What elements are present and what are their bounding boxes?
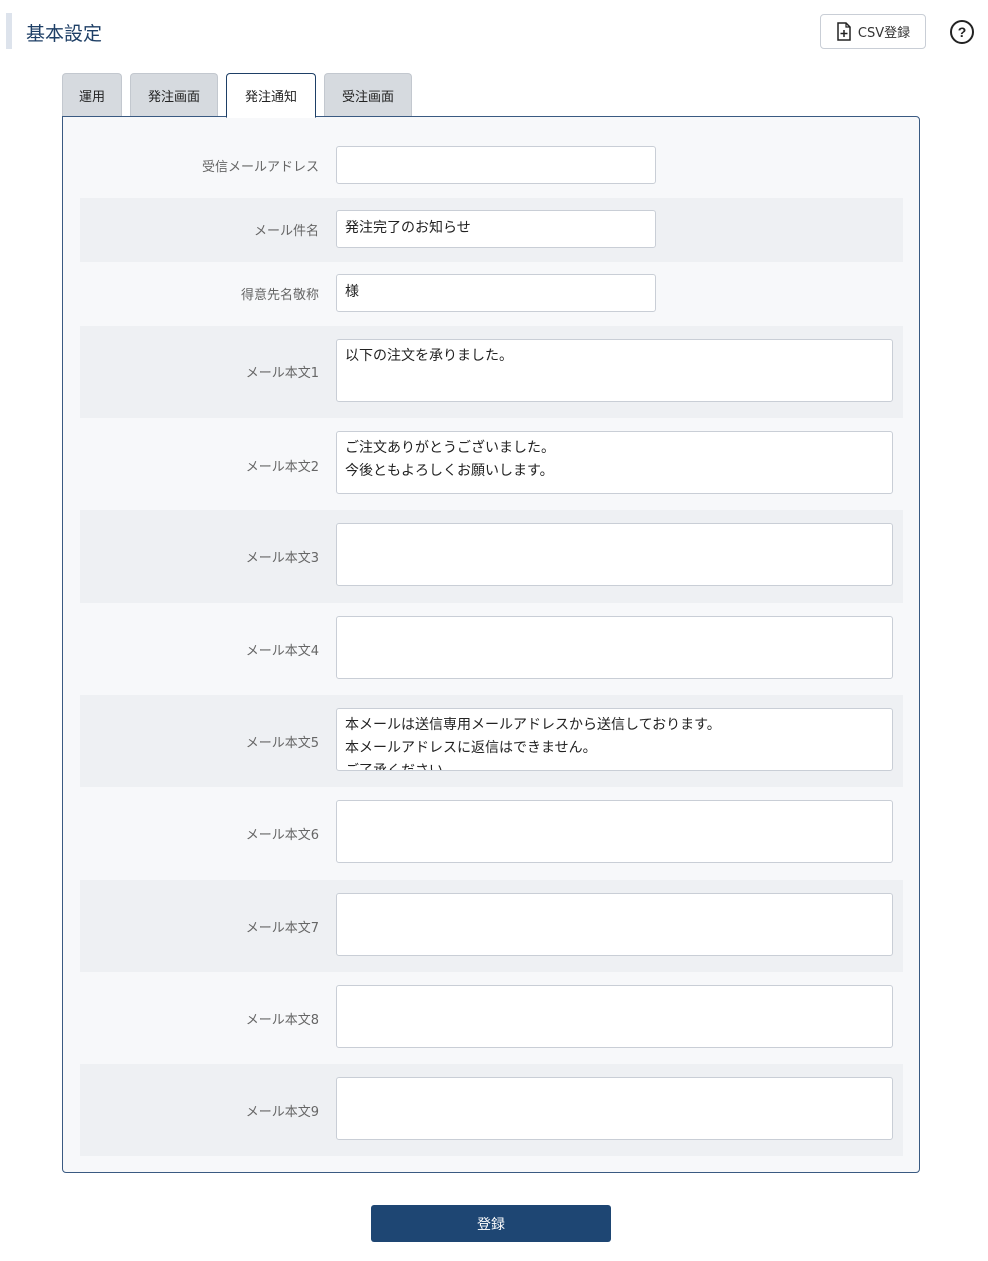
tab-order-screen[interactable]: 発注画面 <box>130 73 218 116</box>
mail-body-9-textarea[interactable] <box>336 1077 893 1140</box>
register-button[interactable]: 登録 <box>371 1205 611 1242</box>
settings-panel: 受信メールアドレス メール件名 発注完了のお知らせ 得意先名敬称 様 メール本文… <box>62 116 920 1173</box>
field-label: メール件名 <box>253 224 319 239</box>
csv-register-label: CSV登録 <box>857 26 911 41</box>
form-row: メール本文9 <box>80 1064 903 1156</box>
csv-register-button[interactable]: CSV登録 <box>820 14 926 49</box>
title-accent-bar <box>6 13 12 49</box>
tab-order-notification[interactable]: 発注通知 <box>226 73 316 118</box>
tab-label: 発注通知 <box>244 90 297 105</box>
field-label: 受信メールアドレス <box>201 160 319 175</box>
mail-body-6-textarea[interactable] <box>336 800 893 863</box>
form-row: メール本文3 <box>80 510 903 603</box>
mail-body-5-textarea[interactable]: 本メールは送信専用メールアドレスから送信しております。 本メールアドレスに返信は… <box>336 708 893 771</box>
form-row: 得意先名敬称 様 <box>80 262 903 326</box>
mail-body-3-textarea[interactable] <box>336 523 893 586</box>
mail-subject-input[interactable]: 発注完了のお知らせ <box>336 210 656 248</box>
page-title: 基本設定 <box>26 23 103 45</box>
field-label: メール本文5 <box>245 736 319 751</box>
customer-honorific-input[interactable]: 様 <box>336 274 656 312</box>
file-plus-icon <box>837 22 851 41</box>
form-row: メール本文1 以下の注文を承りました。 <box>80 326 903 418</box>
field-label: メール本文7 <box>245 921 319 936</box>
field-label: メール本文4 <box>245 644 319 659</box>
tab-receive-order-screen[interactable]: 受注画面 <box>324 73 412 116</box>
mail-body-2-textarea[interactable]: ご注文ありがとうございました。 今後ともよろしくお願いします。 <box>336 431 893 494</box>
form-row: メール本文4 <box>80 603 903 695</box>
form-row: 受信メールアドレス <box>80 134 903 198</box>
tab-label: 運用 <box>78 89 105 105</box>
question-circle-icon[interactable]: ? <box>950 20 974 44</box>
field-label: メール本文3 <box>245 551 319 566</box>
form-row: メール本文7 <box>80 880 903 972</box>
field-label: メール本文8 <box>245 1013 319 1028</box>
form-row: メール本文6 <box>80 787 903 880</box>
mail-body-7-textarea[interactable] <box>336 893 893 956</box>
form-row: メール本文2 ご注文ありがとうございました。 今後ともよろしくお願いします。 <box>80 418 903 510</box>
field-label: メール本文6 <box>245 828 319 843</box>
field-label: 得意先名敬称 <box>240 288 319 303</box>
tab-label: 受注画面 <box>341 89 394 105</box>
field-label: メール本文9 <box>245 1105 319 1120</box>
mail-body-8-textarea[interactable] <box>336 985 893 1048</box>
field-label: メール本文1 <box>245 366 319 381</box>
mail-body-1-textarea[interactable]: 以下の注文を承りました。 <box>336 339 893 402</box>
form-row: メール本文8 <box>80 972 903 1064</box>
tab-label: 発注画面 <box>147 89 200 105</box>
tab-operation[interactable]: 運用 <box>62 73 122 116</box>
receive-email-input[interactable] <box>336 146 656 184</box>
form-row: メール件名 発注完了のお知らせ <box>80 198 903 262</box>
field-label: メール本文2 <box>245 460 319 475</box>
form-row: メール本文5 本メールは送信専用メールアドレスから送信しております。 本メールア… <box>80 695 903 787</box>
mail-body-4-textarea[interactable] <box>336 616 893 679</box>
